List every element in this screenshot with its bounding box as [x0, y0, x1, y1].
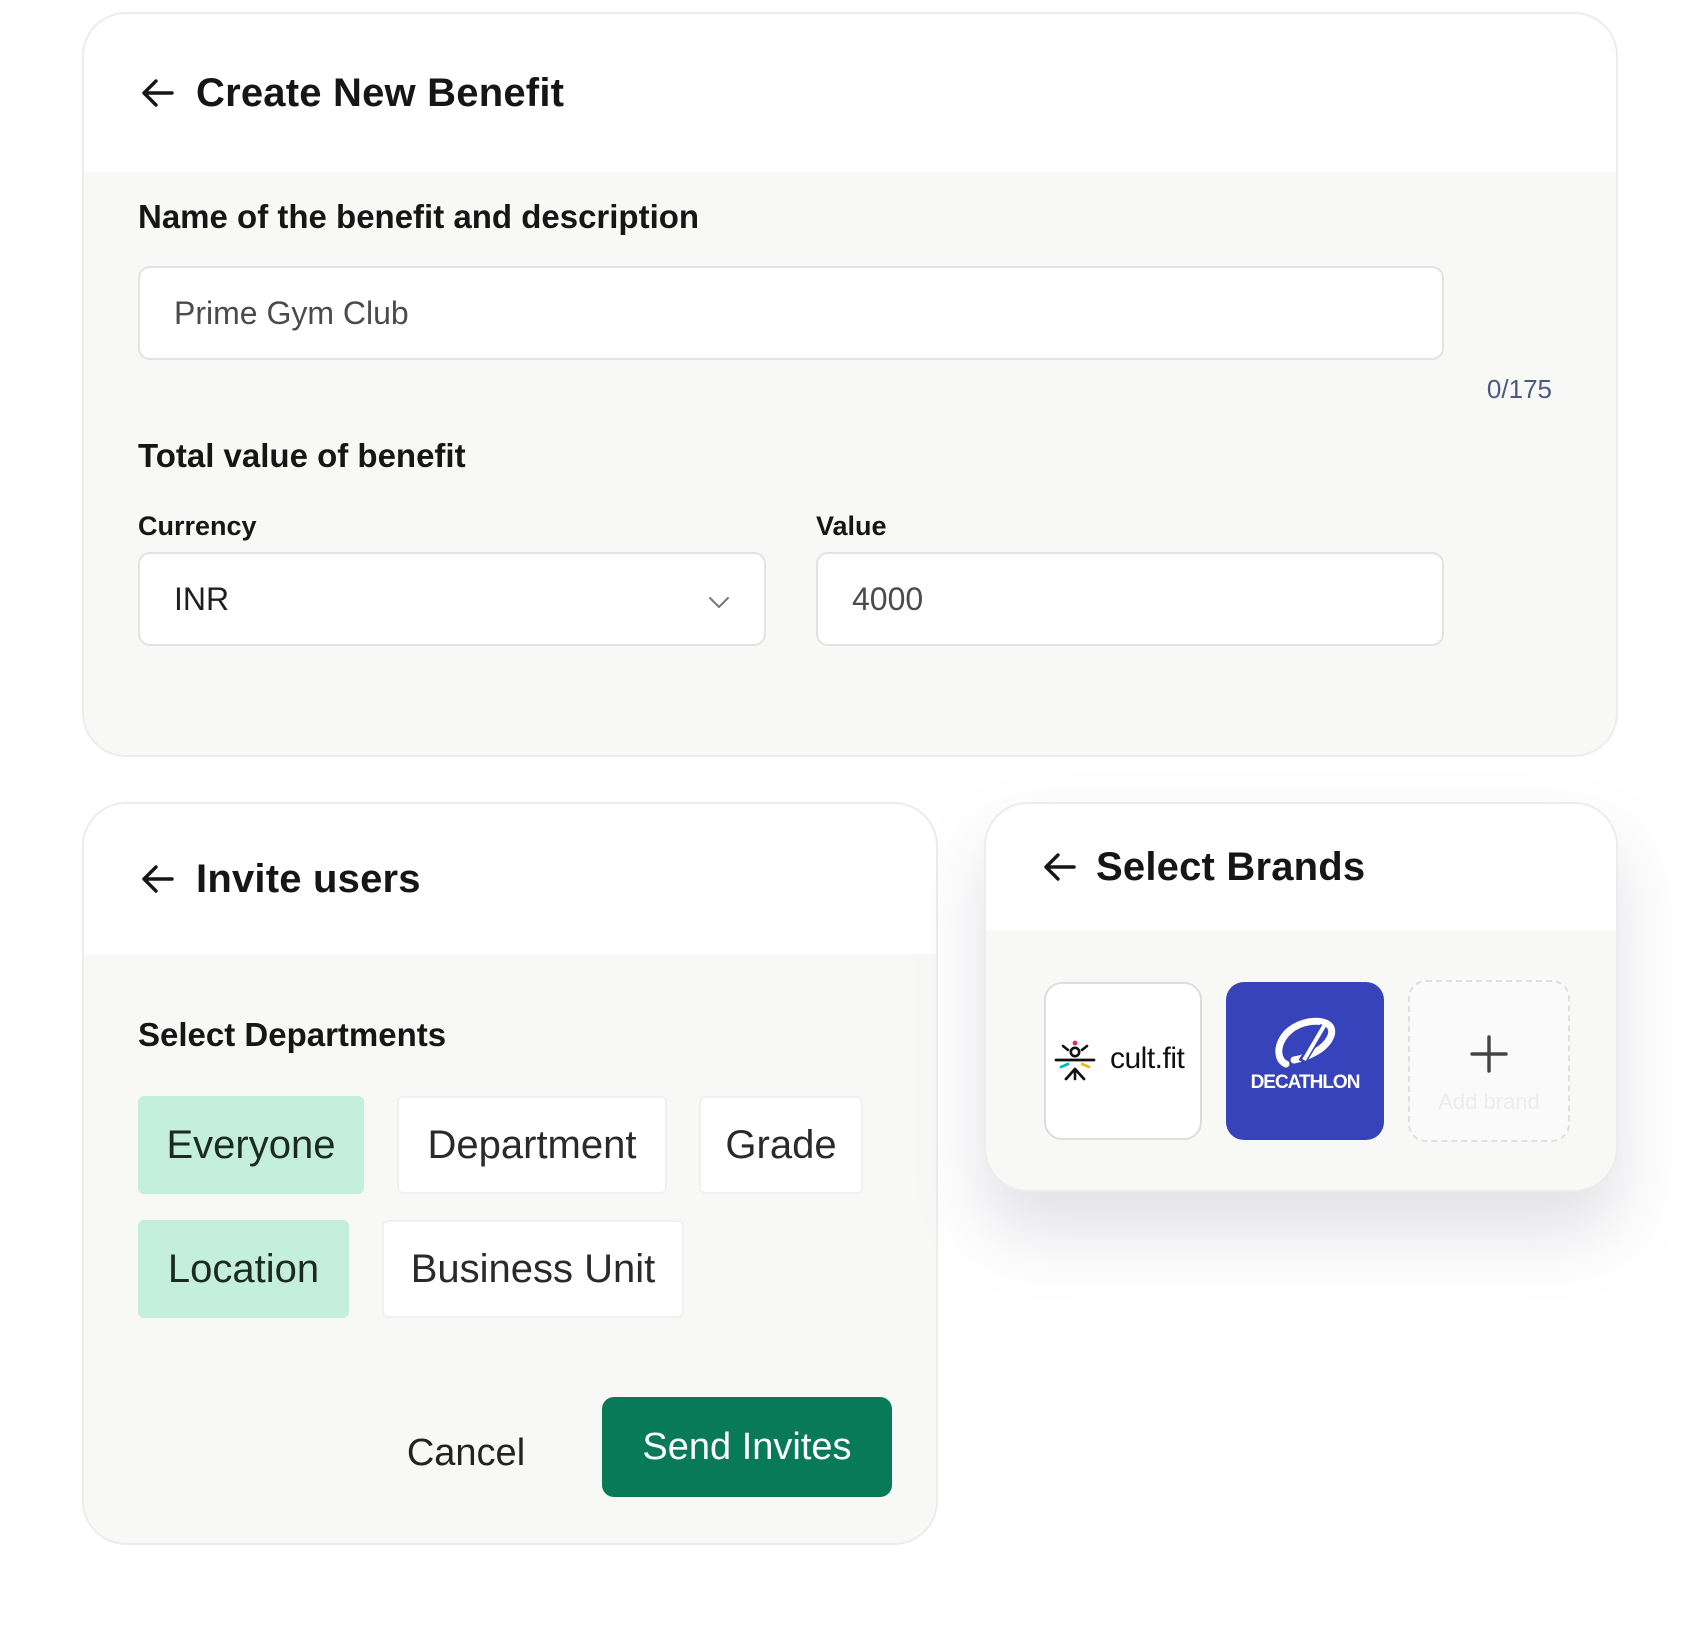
chip-business-unit[interactable]: Business Unit: [382, 1220, 684, 1318]
invite-users-header: Invite users: [84, 804, 936, 954]
total-value-section-label: Total value of benefit: [138, 437, 466, 474]
brand-name: DECATHLON: [1250, 1072, 1361, 1093]
send-invites-button[interactable]: Send Invites: [602, 1397, 892, 1497]
arrow-left-icon[interactable]: [1042, 849, 1078, 885]
currency-label: Currency: [138, 511, 257, 541]
invite-users-title: Invite users: [196, 856, 421, 901]
char-counter: 0/175: [1486, 374, 1552, 404]
benefit-name-input[interactable]: Prime Gym Club: [138, 266, 1444, 360]
arrow-left-icon[interactable]: [140, 861, 176, 897]
select-brands-header: Select Brands: [986, 804, 1616, 930]
page-title: Create New Benefit: [196, 70, 565, 115]
chip-department[interactable]: Department: [397, 1096, 667, 1194]
value-input-value: 4000: [852, 580, 924, 617]
select-departments-label: Select Departments: [138, 1016, 447, 1053]
brand-cultfit[interactable]: cult.fit: [1044, 982, 1202, 1140]
brand-decathlon[interactable]: DECATHLON: [1226, 982, 1384, 1140]
brand-name: cult.fit: [1110, 1042, 1185, 1075]
currency-selected-value: INR: [174, 580, 230, 617]
arrow-left-icon[interactable]: [140, 75, 176, 111]
benefit-name-value: Prime Gym Club: [174, 294, 409, 331]
add-brand-label: Add brand: [1438, 1088, 1540, 1114]
chip-grade[interactable]: Grade: [699, 1096, 863, 1194]
chip-location[interactable]: Location: [138, 1220, 349, 1318]
invite-users-card: Invite users Select Departments Everyone…: [82, 802, 938, 1545]
create-benefit-card: Create New Benefit Name of the benefit a…: [82, 12, 1618, 757]
chevron-down-icon: [708, 581, 730, 618]
decathlon-logo: [1275, 1017, 1336, 1068]
select-brands-card: Select Brands cult.fit DECATHLON Add bra…: [984, 802, 1618, 1192]
cancel-button[interactable]: Cancel: [384, 1423, 548, 1483]
chip-everyone[interactable]: Everyone: [138, 1096, 364, 1194]
select-brands-title: Select Brands: [1096, 844, 1366, 889]
create-benefit-header: Create New Benefit: [84, 14, 1616, 172]
currency-select[interactable]: INR: [138, 552, 766, 646]
plus-icon: [1469, 1008, 1509, 1079]
value-input[interactable]: 4000: [816, 552, 1444, 646]
benefit-name-section-label: Name of the benefit and description: [138, 198, 700, 235]
add-brand-button[interactable]: Add brand: [1408, 980, 1570, 1142]
value-label: Value: [816, 511, 887, 541]
